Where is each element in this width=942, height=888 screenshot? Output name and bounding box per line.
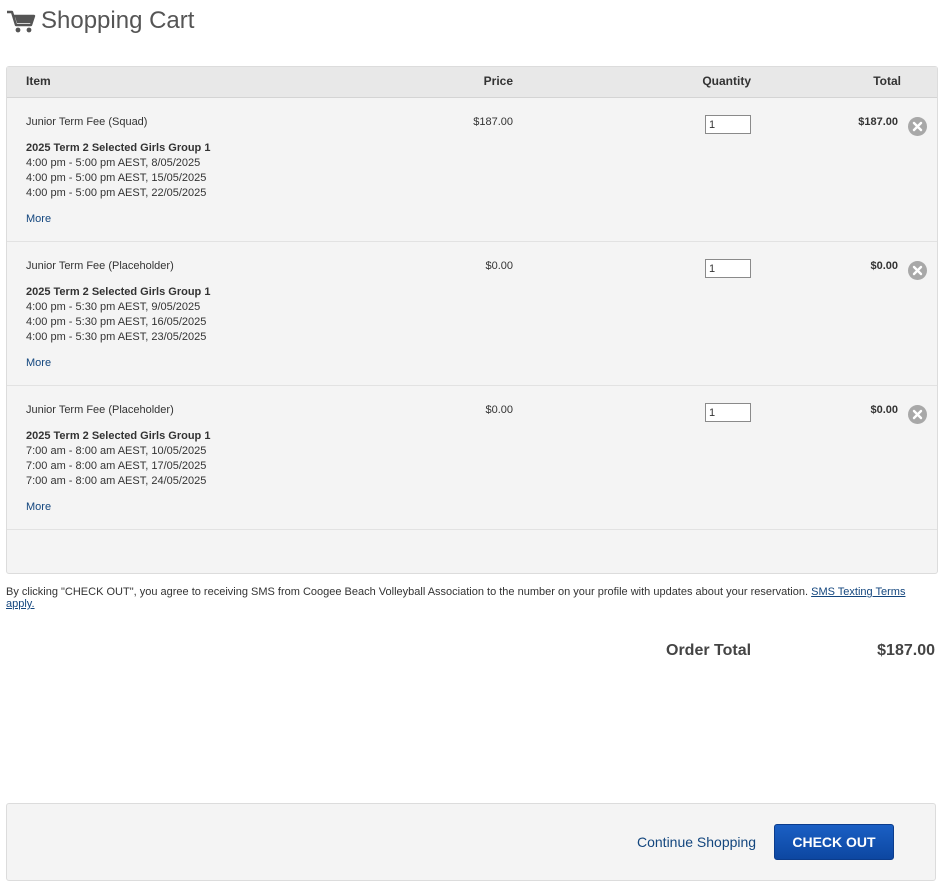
order-total-label: Order Total bbox=[666, 642, 752, 659]
remove-item-icon[interactable] bbox=[908, 261, 927, 280]
item-price: $187.00 bbox=[473, 116, 513, 128]
column-header-item: Item bbox=[26, 74, 51, 88]
more-link[interactable]: More bbox=[26, 501, 51, 513]
column-header-total: Total bbox=[873, 74, 901, 88]
table-header: Item Price Quantity Total bbox=[7, 67, 937, 98]
table-row: Junior Term Fee (Placeholder) 2025 Term … bbox=[7, 386, 937, 530]
quantity-input[interactable] bbox=[705, 403, 751, 422]
quantity-input[interactable] bbox=[705, 115, 751, 134]
item-total: $0.00 bbox=[870, 260, 898, 272]
table-row: Junior Term Fee (Squad) 2025 Term 2 Sele… bbox=[7, 98, 937, 242]
item-session: 7:00 am - 8:00 am AEST, 10/05/2025 bbox=[26, 445, 207, 457]
continue-shopping-link[interactable]: Continue Shopping bbox=[637, 834, 756, 850]
remove-item-icon[interactable] bbox=[908, 117, 927, 136]
item-session: 4:00 pm - 5:00 pm AEST, 8/05/2025 bbox=[26, 157, 201, 169]
item-name: Junior Term Fee (Placeholder) bbox=[26, 260, 174, 272]
item-session: 4:00 pm - 5:00 pm AEST, 22/05/2025 bbox=[26, 187, 207, 199]
item-session: 4:00 pm - 5:00 pm AEST, 15/05/2025 bbox=[26, 172, 207, 184]
page-title: Shopping Cart bbox=[41, 7, 195, 34]
item-total: $0.00 bbox=[870, 404, 898, 416]
sms-consent-note: By clicking "CHECK OUT", you agree to re… bbox=[6, 586, 931, 610]
table-row: Junior Term Fee (Placeholder) 2025 Term … bbox=[7, 242, 937, 386]
item-name: Junior Term Fee (Placeholder) bbox=[26, 404, 174, 416]
more-link[interactable]: More bbox=[26, 213, 51, 225]
sms-consent-text: By clicking "CHECK OUT", you agree to re… bbox=[6, 586, 809, 598]
item-session: 4:00 pm - 5:30 pm AEST, 9/05/2025 bbox=[26, 301, 201, 313]
item-group: 2025 Term 2 Selected Girls Group 1 bbox=[26, 286, 211, 298]
item-session: 7:00 am - 8:00 am AEST, 17/05/2025 bbox=[26, 460, 207, 472]
order-total-value: $187.00 bbox=[877, 642, 935, 659]
more-link[interactable]: More bbox=[26, 357, 51, 369]
item-group: 2025 Term 2 Selected Girls Group 1 bbox=[26, 430, 211, 442]
item-price: $0.00 bbox=[485, 404, 513, 416]
item-group: 2025 Term 2 Selected Girls Group 1 bbox=[26, 142, 211, 154]
remove-item-icon[interactable] bbox=[908, 405, 927, 424]
cart-table: Item Price Quantity Total Junior Term Fe… bbox=[6, 66, 938, 574]
item-total: $187.00 bbox=[858, 116, 898, 128]
item-session: 7:00 am - 8:00 am AEST, 24/05/2025 bbox=[26, 475, 207, 487]
item-session: 4:00 pm - 5:30 pm AEST, 23/05/2025 bbox=[26, 331, 207, 343]
checkout-button[interactable]: CHECK OUT bbox=[774, 824, 894, 860]
quantity-input[interactable] bbox=[705, 259, 751, 278]
item-price: $0.00 bbox=[485, 260, 513, 272]
item-session: 4:00 pm - 5:30 pm AEST, 16/05/2025 bbox=[26, 316, 207, 328]
item-name: Junior Term Fee (Squad) bbox=[26, 116, 148, 128]
page-header: Shopping Cart bbox=[6, 4, 194, 38]
shopping-cart-icon bbox=[6, 8, 36, 34]
footer-actions: Continue Shopping CHECK OUT bbox=[6, 803, 936, 881]
column-header-quantity: Quantity bbox=[702, 74, 751, 88]
column-header-price: Price bbox=[483, 74, 513, 88]
